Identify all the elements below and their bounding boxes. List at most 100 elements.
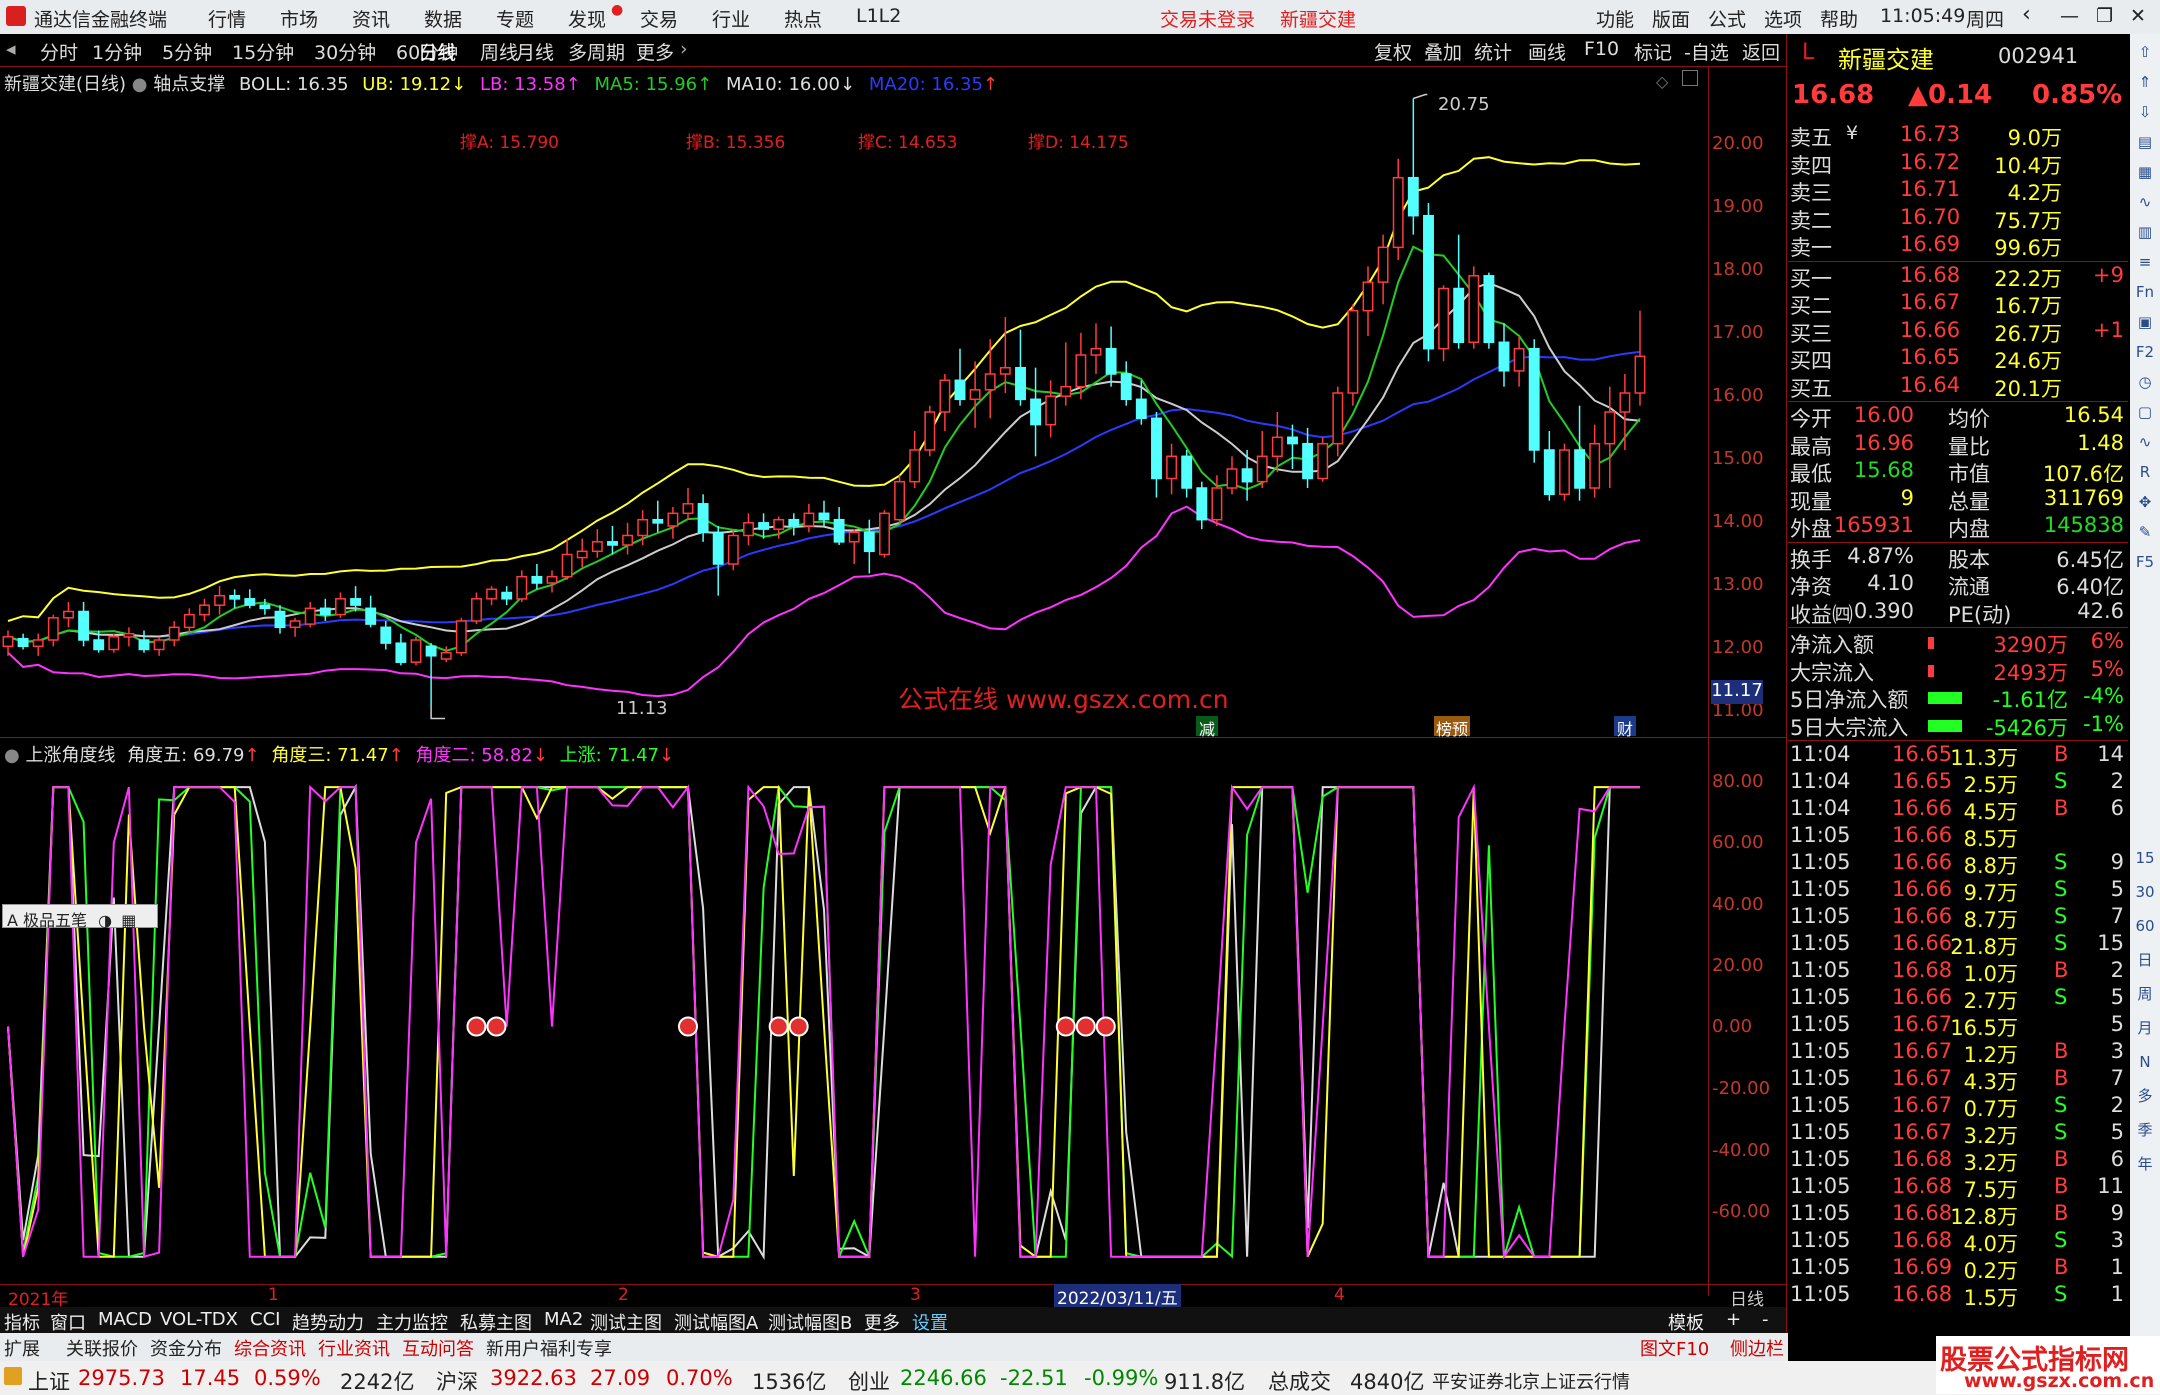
period-daily-active[interactable]: 日线 <box>418 38 456 65</box>
candle[interactable] <box>138 630 150 653</box>
tool-biaoji[interactable]: 标记 <box>1634 38 1672 65</box>
candle[interactable] <box>229 589 241 609</box>
candle[interactable] <box>1015 329 1026 406</box>
tab-simu[interactable]: 私募主图 <box>460 1309 532 1335</box>
template-button[interactable]: 模板 <box>1668 1309 1704 1335</box>
candle[interactable] <box>289 617 301 637</box>
tab-guanlian[interactable]: 关联报价 <box>66 1335 138 1361</box>
moon-icon[interactable]: ◑ <box>98 911 112 930</box>
maximize-box-icon[interactable] <box>1682 70 1698 86</box>
menu-l1l2[interactable]: L1L2 <box>856 5 901 27</box>
period-fenshi[interactable]: 分时 <box>40 38 78 65</box>
candle[interactable] <box>1347 304 1359 406</box>
candle[interactable] <box>879 510 890 558</box>
side-period-4[interactable]: 周 <box>2134 982 2156 1006</box>
period-more[interactable]: 更多 <box>636 38 674 65</box>
tab-settings[interactable]: 设置 <box>912 1309 948 1335</box>
more-chevron-icon[interactable]: › <box>680 38 688 60</box>
candle[interactable] <box>47 614 59 647</box>
candle[interactable] <box>1181 450 1193 498</box>
menu-faxian[interactable]: 发现 <box>568 5 606 32</box>
tool-fanhui[interactable]: 返回 <box>1742 38 1780 65</box>
candle[interactable] <box>712 526 724 596</box>
login-status[interactable]: 交易未登录 <box>1160 5 1255 32</box>
menu-banmian[interactable]: 版面 <box>1652 5 1690 32</box>
candle[interactable] <box>727 529 739 571</box>
candle[interactable] <box>486 586 498 606</box>
candle[interactable] <box>274 605 286 634</box>
sidebar-button[interactable]: 侧边栏 <box>1730 1335 1784 1361</box>
side-period-2[interactable]: 60 <box>2134 914 2156 938</box>
side-icon-chart[interactable]: ∿ <box>2134 430 2156 454</box>
candle[interactable] <box>259 598 271 615</box>
candle[interactable] <box>1619 374 1631 450</box>
candle[interactable] <box>1453 234 1465 349</box>
candle[interactable] <box>1060 342 1072 406</box>
tool-diejia[interactable]: 叠加 <box>1424 38 1462 65</box>
candle[interactable] <box>455 617 467 656</box>
side-period-7[interactable]: 多 <box>2134 1084 2156 1108</box>
tab-newuser[interactable]: 新用户福利专享 <box>486 1335 612 1361</box>
candle[interactable] <box>591 529 603 558</box>
candle[interactable] <box>622 522 634 555</box>
candle[interactable] <box>576 538 588 568</box>
candle[interactable] <box>1166 443 1178 495</box>
marker-jian[interactable]: 减 <box>1196 716 1218 739</box>
side-period-0[interactable]: 15 <box>2134 846 2156 870</box>
candle[interactable] <box>380 621 392 650</box>
angle-line-chart[interactable] <box>0 738 1708 1284</box>
candle[interactable] <box>1483 272 1495 349</box>
candle[interactable] <box>1392 158 1404 260</box>
candle[interactable] <box>1377 234 1389 305</box>
tool-zixuan[interactable]: -自选 <box>1684 38 1729 65</box>
candle[interactable] <box>1302 427 1314 488</box>
tab-kuozhan[interactable]: 扩展 <box>4 1335 40 1361</box>
period-1min[interactable]: 1分钟 <box>92 38 142 65</box>
tab-chuangkou[interactable]: 窗口 <box>50 1309 86 1335</box>
candle[interactable] <box>682 488 694 520</box>
candle[interactable] <box>561 538 573 580</box>
side-period-1[interactable]: 30 <box>2134 880 2156 904</box>
layout-diamond-icon[interactable]: ◇ <box>1656 72 1668 91</box>
candle[interactable] <box>939 374 951 431</box>
candle[interactable] <box>1045 380 1057 438</box>
side-period-9[interactable]: 年 <box>2134 1152 2156 1176</box>
candle[interactable] <box>531 564 543 590</box>
side-period-8[interactable]: 季 <box>2134 1118 2156 1142</box>
menu-redian[interactable]: 热点 <box>784 5 822 32</box>
candle[interactable] <box>516 570 528 602</box>
side-icon-f2[interactable]: F2 <box>2134 340 2156 364</box>
candle[interactable] <box>319 598 331 621</box>
candle[interactable] <box>999 317 1011 393</box>
candle[interactable] <box>697 494 709 542</box>
side-icon-move[interactable]: ✥ <box>2134 490 2156 514</box>
side-icon-bag[interactable]: ▢ <box>2134 400 2156 424</box>
candle[interactable] <box>1468 266 1480 349</box>
side-icon-rsi[interactable]: R <box>2134 460 2156 484</box>
side-icon-doc[interactable]: ▤ <box>2134 130 2156 154</box>
tool-huaxian[interactable]: 画线 <box>1528 38 1566 65</box>
back-icon[interactable]: ‹ <box>2022 2 2031 27</box>
candle[interactable] <box>2 630 14 656</box>
side-period-5[interactable]: 月 <box>2134 1016 2156 1040</box>
candle[interactable] <box>1241 450 1253 501</box>
candle[interactable] <box>1151 412 1162 498</box>
candle[interactable] <box>909 431 921 488</box>
period-wk[interactable]: 周线 <box>480 38 518 65</box>
candle[interactable] <box>1226 456 1238 495</box>
candle[interactable] <box>546 570 558 593</box>
candle[interactable] <box>1196 481 1208 530</box>
tool-tongji[interactable]: 统计 <box>1474 38 1512 65</box>
side-icon-pen[interactable]: ✎ <box>2134 520 2156 544</box>
tab-hudong[interactable]: 互动问答 <box>402 1335 474 1361</box>
add-pane-button[interactable]: + <box>1726 1309 1741 1330</box>
menu-shuju[interactable]: 数据 <box>424 5 462 32</box>
side-icon-clock[interactable]: ◷ <box>2134 370 2156 394</box>
candle[interactable] <box>304 602 316 628</box>
candle[interactable] <box>410 636 422 666</box>
side-icon-grid[interactable]: ▦ <box>2134 160 2156 184</box>
tab-ceshi-a[interactable]: 测试幅图A <box>674 1309 758 1335</box>
toolbar-collapse-icon[interactable]: ◂ <box>6 38 16 60</box>
menu-zhuanti[interactable]: 专题 <box>496 5 534 32</box>
candle[interactable] <box>395 633 407 666</box>
